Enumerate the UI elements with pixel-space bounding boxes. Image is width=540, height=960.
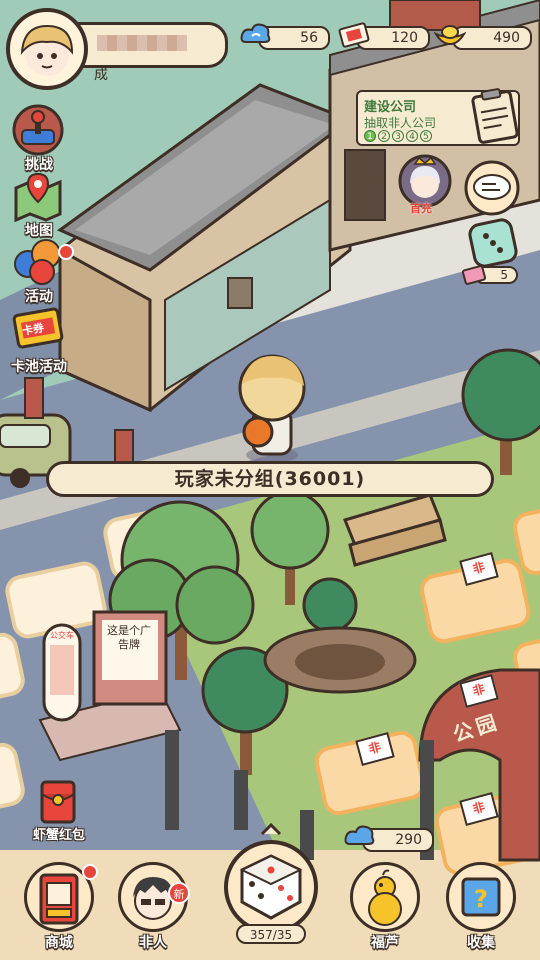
first-charge-label: 首充 [410,202,432,215]
profile-name-suffix: 成 [94,67,108,83]
joystick-icon [12,104,64,156]
map-button[interactable]: 地图 [8,170,70,240]
mini-ticket-icon [462,265,486,285]
activity-notification-dot [58,244,74,260]
collect-label: 收集 [467,935,495,951]
chevron-up-icon [260,822,282,836]
activity-label: 活动 [25,289,53,305]
cloud-icon [344,825,375,845]
activity-button[interactable]: 活动 [8,236,74,306]
gourd-icon [368,869,402,926]
gold-ingot-icon [434,25,466,46]
dirt-hole [263,626,417,694]
card-pool-button[interactable]: 卡券 卡池活动 [8,306,70,376]
roll-dice-button[interactable]: 357/35 [224,822,318,944]
gold-currency[interactable]: 490 [434,24,532,50]
dice-circle [224,840,318,934]
mini-dice-counter: 5 [462,264,520,286]
svg-text:?: ? [474,885,488,913]
cloud-currency[interactable]: 56 [240,23,330,50]
player-group-banner[interactable]: 玩家未分组(36001) [46,461,494,497]
name-redaction [97,35,187,51]
card-pool-label: 卡池活动 [11,359,67,375]
red-packet-button[interactable]: 虾蟹红包 [24,780,94,844]
chat-bubble-icon[interactable] [464,160,520,216]
feiren-label: 非人 [139,935,167,951]
avatar-face-icon [20,24,74,76]
mini-dice-icon[interactable] [466,218,520,270]
map-pin-icon [14,172,62,222]
profile-panel[interactable]: 成 [6,8,228,90]
shop-notification-dot [82,864,98,880]
dice-icon [239,854,303,920]
cloud-counter: 290 [344,825,434,852]
quest-subtitle: 抽取非人公司 [364,116,437,130]
fulu-circle [350,862,420,932]
shop-button[interactable]: 商城 [24,862,98,952]
challenge-button[interactable]: 挑战 [8,104,70,174]
quest-step-2: 2 [378,130,390,142]
red-packet-label: 虾蟹红包 [32,828,85,843]
first-charge-button[interactable]: 首充 [398,154,452,218]
shop-label: 商城 [45,935,73,951]
mystery-box-icon: ? [461,877,501,917]
collect-circle: ? [446,862,516,932]
quest-step-5: 5 [420,130,432,142]
bus-stop-sign: 公交车 [50,631,74,640]
shop-icon [39,873,79,925]
quest-step-4: 4 [406,130,418,142]
avatar[interactable] [6,8,88,90]
quest-steps: 1 2 3 4 5 [364,130,432,142]
ticket-currency[interactable]: 120 [338,22,430,50]
collect-button[interactable]: ? 收集 [446,862,516,952]
fulu-button[interactable]: 福芦 [350,862,420,952]
quest-step-1: 1 [364,130,376,142]
balloons-icon [14,239,61,285]
feiren-new-badge: 新 [168,882,190,904]
clipboard-icon[interactable] [470,86,520,144]
quest-step-3: 3 [392,130,404,142]
red-packet-icon [40,780,76,824]
billboard-text: 这是个广告牌 [107,624,151,651]
feiren-button[interactable]: 新 非人 [118,862,190,952]
cloud-icon [240,23,271,43]
dice-count: 357/35 [236,924,306,944]
fulu-label: 福芦 [371,935,399,951]
quest-title: 建设公司 [364,100,417,115]
ticket-icon [338,22,370,48]
